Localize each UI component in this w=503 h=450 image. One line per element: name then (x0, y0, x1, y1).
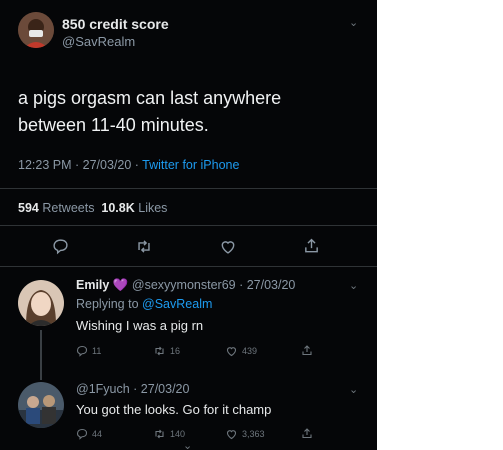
likes-count[interactable]: 10.8K (101, 201, 134, 215)
reply2-retweet-count: 140 (170, 429, 186, 439)
divider (0, 266, 377, 267)
reply1-reply-count: 11 (92, 346, 102, 356)
divider (0, 225, 377, 226)
tweet-text-line1: a pigs orgasm can last anywhere (18, 88, 282, 108)
reply-icon (76, 428, 88, 440)
tweet-text-line2: between 11-40 minutes. (18, 115, 209, 135)
reply2-avatar[interactable] (18, 382, 64, 428)
reply1-display-name[interactable]: Emily (76, 278, 109, 292)
author-avatar[interactable] (18, 12, 54, 48)
reply2-like-button[interactable]: 3,363 (225, 428, 265, 440)
scroll-down-icon[interactable]: ⌄ (183, 439, 192, 450)
retweet-icon (155, 429, 164, 439)
reply2-handle-date[interactable]: @1Fyuch · 27/03/20 (76, 382, 189, 396)
replying-handle[interactable]: @SavRealm (142, 297, 212, 311)
heart-emoji: 💜 (112, 278, 129, 292)
tweet-client[interactable]: Twitter for iPhone (142, 158, 239, 172)
reply1-share-button[interactable] (301, 344, 313, 357)
reply2-more-icon[interactable]: ⌄ (349, 383, 358, 396)
author-handle[interactable]: @SavRealm (62, 34, 135, 49)
reply1-more-icon[interactable]: ⌄ (349, 279, 358, 292)
reply2-reply-count: 44 (92, 429, 103, 439)
reply-icon[interactable] (52, 238, 69, 255)
tweet-time: 12:23 PM · 27/03/20 · (18, 158, 143, 172)
retweet-icon[interactable] (135, 238, 153, 255)
share-icon[interactable] (303, 237, 320, 255)
replying-prefix: Replying to (76, 297, 139, 311)
author-display-name[interactable]: 850 credit score (62, 16, 169, 32)
like-icon (226, 430, 237, 440)
tweet-timestamp: 12:23 PM · 27/03/20 · Twitter for iPhone (18, 158, 239, 172)
tweet-screenshot: 850 credit score @SavRealm ⌄ a pigs orga… (0, 0, 377, 450)
reply1-like-count: 439 (242, 346, 258, 356)
more-options-icon[interactable]: ⌄ (349, 16, 358, 29)
likes-label[interactable]: Likes (138, 201, 167, 215)
reply1-text: Wishing I was a pig rn (76, 318, 204, 333)
reply-icon (76, 345, 88, 357)
reply2-header: @1Fyuch · 27/03/20 (76, 382, 189, 396)
reply2-like-count: 3,363 (242, 429, 265, 439)
reply1-replying-to: Replying to @SavRealm (76, 297, 212, 311)
retweets-count[interactable]: 594 (18, 201, 39, 215)
reply2-text: You got the looks. Go for it champ (76, 402, 272, 417)
reply2-share-button[interactable] (301, 427, 313, 440)
share-icon (302, 345, 312, 356)
share-icon (302, 428, 312, 439)
reply1-reply-button[interactable]: 11 (76, 345, 101, 357)
divider (0, 188, 377, 189)
thread-line (40, 330, 42, 380)
reply2-retweet-button[interactable]: 140 (153, 428, 185, 440)
reply1-header: Emily 💜 @sexyymonster69 · 27/03/20 (76, 278, 295, 293)
reply1-like-button[interactable]: 439 (225, 345, 257, 357)
retweet-icon (155, 346, 164, 356)
reply1-retweet-count: 16 (170, 346, 181, 356)
like-icon[interactable] (219, 238, 237, 255)
tweet-stats: 594 Retweets 10.8K Likes (18, 201, 167, 215)
reply1-retweet-button[interactable]: 16 (153, 345, 180, 357)
reply1-handle-date[interactable]: @sexyymonster69 · 27/03/20 (132, 278, 295, 292)
reply2-reply-button[interactable]: 44 (76, 428, 102, 440)
reply1-avatar[interactable] (18, 280, 64, 326)
like-icon (226, 347, 237, 357)
retweets-label[interactable]: Retweets (42, 201, 94, 215)
